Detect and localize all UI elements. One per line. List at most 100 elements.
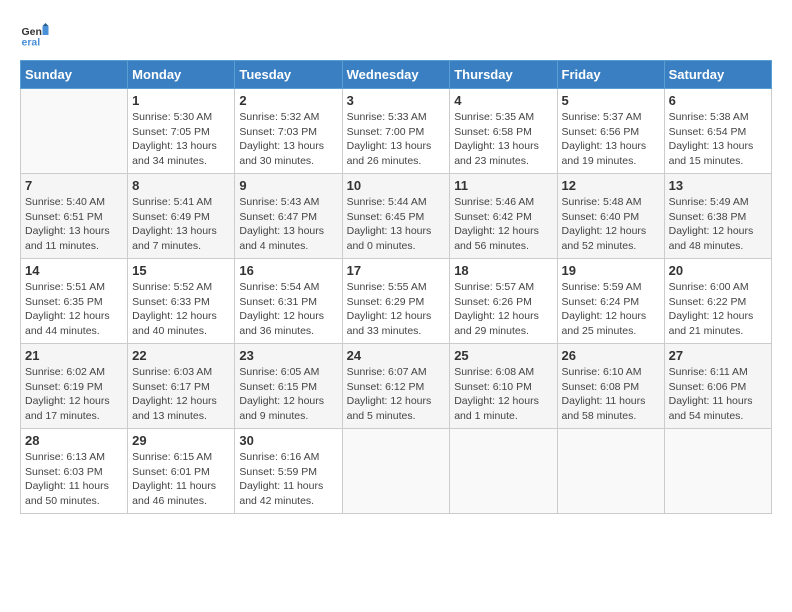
weekday-header-monday: Monday (128, 61, 235, 89)
day-info: Sunrise: 5:30 AM Sunset: 7:05 PM Dayligh… (132, 110, 230, 169)
calendar-cell: 2 Sunrise: 5:32 AM Sunset: 7:03 PM Dayli… (235, 89, 342, 174)
day-info: Sunrise: 5:38 AM Sunset: 6:54 PM Dayligh… (669, 110, 767, 169)
day-number: 26 (562, 348, 660, 363)
calendar-cell (557, 429, 664, 514)
day-info: Sunrise: 5:40 AM Sunset: 6:51 PM Dayligh… (25, 195, 123, 254)
day-info: Sunrise: 5:57 AM Sunset: 6:26 PM Dayligh… (454, 280, 552, 339)
day-info: Sunrise: 5:55 AM Sunset: 6:29 PM Dayligh… (347, 280, 446, 339)
day-number: 8 (132, 178, 230, 193)
day-info: Sunrise: 6:05 AM Sunset: 6:15 PM Dayligh… (239, 365, 337, 424)
calendar-header-row: SundayMondayTuesdayWednesdayThursdayFrid… (21, 61, 772, 89)
day-number: 5 (562, 93, 660, 108)
day-info: Sunrise: 5:46 AM Sunset: 6:42 PM Dayligh… (454, 195, 552, 254)
day-number: 12 (562, 178, 660, 193)
weekday-header-saturday: Saturday (664, 61, 771, 89)
day-number: 15 (132, 263, 230, 278)
day-info: Sunrise: 6:13 AM Sunset: 6:03 PM Dayligh… (25, 450, 123, 509)
day-info: Sunrise: 5:54 AM Sunset: 6:31 PM Dayligh… (239, 280, 337, 339)
day-info: Sunrise: 5:59 AM Sunset: 6:24 PM Dayligh… (562, 280, 660, 339)
day-number: 22 (132, 348, 230, 363)
calendar-cell: 7 Sunrise: 5:40 AM Sunset: 6:51 PM Dayli… (21, 174, 128, 259)
day-number: 13 (669, 178, 767, 193)
calendar-cell: 25 Sunrise: 6:08 AM Sunset: 6:10 PM Dayl… (450, 344, 557, 429)
calendar-cell (664, 429, 771, 514)
day-number: 6 (669, 93, 767, 108)
weekday-header-wednesday: Wednesday (342, 61, 450, 89)
day-info: Sunrise: 6:15 AM Sunset: 6:01 PM Dayligh… (132, 450, 230, 509)
weekday-header-sunday: Sunday (21, 61, 128, 89)
day-info: Sunrise: 5:41 AM Sunset: 6:49 PM Dayligh… (132, 195, 230, 254)
calendar-cell: 3 Sunrise: 5:33 AM Sunset: 7:00 PM Dayli… (342, 89, 450, 174)
calendar-week-row: 7 Sunrise: 5:40 AM Sunset: 6:51 PM Dayli… (21, 174, 772, 259)
day-number: 4 (454, 93, 552, 108)
day-number: 17 (347, 263, 446, 278)
day-number: 28 (25, 433, 123, 448)
day-number: 14 (25, 263, 123, 278)
weekday-header-thursday: Thursday (450, 61, 557, 89)
day-number: 30 (239, 433, 337, 448)
day-info: Sunrise: 6:03 AM Sunset: 6:17 PM Dayligh… (132, 365, 230, 424)
day-number: 21 (25, 348, 123, 363)
day-number: 9 (239, 178, 337, 193)
day-info: Sunrise: 5:43 AM Sunset: 6:47 PM Dayligh… (239, 195, 337, 254)
calendar-cell: 19 Sunrise: 5:59 AM Sunset: 6:24 PM Dayl… (557, 259, 664, 344)
weekday-header-friday: Friday (557, 61, 664, 89)
day-info: Sunrise: 6:02 AM Sunset: 6:19 PM Dayligh… (25, 365, 123, 424)
day-info: Sunrise: 6:00 AM Sunset: 6:22 PM Dayligh… (669, 280, 767, 339)
calendar-cell: 10 Sunrise: 5:44 AM Sunset: 6:45 PM Dayl… (342, 174, 450, 259)
calendar-cell: 8 Sunrise: 5:41 AM Sunset: 6:49 PM Dayli… (128, 174, 235, 259)
day-number: 10 (347, 178, 446, 193)
calendar-cell: 18 Sunrise: 5:57 AM Sunset: 6:26 PM Dayl… (450, 259, 557, 344)
calendar-cell: 26 Sunrise: 6:10 AM Sunset: 6:08 PM Dayl… (557, 344, 664, 429)
calendar-cell: 16 Sunrise: 5:54 AM Sunset: 6:31 PM Dayl… (235, 259, 342, 344)
day-number: 16 (239, 263, 337, 278)
day-number: 19 (562, 263, 660, 278)
day-number: 2 (239, 93, 337, 108)
calendar-cell: 6 Sunrise: 5:38 AM Sunset: 6:54 PM Dayli… (664, 89, 771, 174)
day-number: 23 (239, 348, 337, 363)
calendar-cell: 14 Sunrise: 5:51 AM Sunset: 6:35 PM Dayl… (21, 259, 128, 344)
calendar-cell: 23 Sunrise: 6:05 AM Sunset: 6:15 PM Dayl… (235, 344, 342, 429)
calendar-cell: 30 Sunrise: 6:16 AM Sunset: 5:59 PM Dayl… (235, 429, 342, 514)
day-info: Sunrise: 5:35 AM Sunset: 6:58 PM Dayligh… (454, 110, 552, 169)
day-info: Sunrise: 6:11 AM Sunset: 6:06 PM Dayligh… (669, 365, 767, 424)
day-info: Sunrise: 5:32 AM Sunset: 7:03 PM Dayligh… (239, 110, 337, 169)
day-info: Sunrise: 6:07 AM Sunset: 6:12 PM Dayligh… (347, 365, 446, 424)
logo-icon: Gen eral (20, 20, 50, 50)
logo: Gen eral (20, 20, 54, 50)
day-info: Sunrise: 5:49 AM Sunset: 6:38 PM Dayligh… (669, 195, 767, 254)
calendar-cell: 1 Sunrise: 5:30 AM Sunset: 7:05 PM Dayli… (128, 89, 235, 174)
day-number: 25 (454, 348, 552, 363)
day-number: 27 (669, 348, 767, 363)
calendar-cell: 17 Sunrise: 5:55 AM Sunset: 6:29 PM Dayl… (342, 259, 450, 344)
day-number: 11 (454, 178, 552, 193)
day-info: Sunrise: 5:52 AM Sunset: 6:33 PM Dayligh… (132, 280, 230, 339)
calendar-cell (21, 89, 128, 174)
calendar-cell: 21 Sunrise: 6:02 AM Sunset: 6:19 PM Dayl… (21, 344, 128, 429)
calendar-cell: 5 Sunrise: 5:37 AM Sunset: 6:56 PM Dayli… (557, 89, 664, 174)
calendar-cell (342, 429, 450, 514)
day-info: Sunrise: 5:48 AM Sunset: 6:40 PM Dayligh… (562, 195, 660, 254)
day-info: Sunrise: 5:37 AM Sunset: 6:56 PM Dayligh… (562, 110, 660, 169)
day-number: 29 (132, 433, 230, 448)
calendar-cell: 22 Sunrise: 6:03 AM Sunset: 6:17 PM Dayl… (128, 344, 235, 429)
weekday-header-tuesday: Tuesday (235, 61, 342, 89)
calendar-cell: 15 Sunrise: 5:52 AM Sunset: 6:33 PM Dayl… (128, 259, 235, 344)
calendar-cell: 12 Sunrise: 5:48 AM Sunset: 6:40 PM Dayl… (557, 174, 664, 259)
calendar-cell: 29 Sunrise: 6:15 AM Sunset: 6:01 PM Dayl… (128, 429, 235, 514)
day-info: Sunrise: 6:10 AM Sunset: 6:08 PM Dayligh… (562, 365, 660, 424)
day-number: 7 (25, 178, 123, 193)
calendar-week-row: 14 Sunrise: 5:51 AM Sunset: 6:35 PM Dayl… (21, 259, 772, 344)
day-info: Sunrise: 6:16 AM Sunset: 5:59 PM Dayligh… (239, 450, 337, 509)
calendar-cell (450, 429, 557, 514)
day-info: Sunrise: 5:33 AM Sunset: 7:00 PM Dayligh… (347, 110, 446, 169)
calendar-cell: 20 Sunrise: 6:00 AM Sunset: 6:22 PM Dayl… (664, 259, 771, 344)
calendar-cell: 27 Sunrise: 6:11 AM Sunset: 6:06 PM Dayl… (664, 344, 771, 429)
calendar-cell: 11 Sunrise: 5:46 AM Sunset: 6:42 PM Dayl… (450, 174, 557, 259)
calendar-table: SundayMondayTuesdayWednesdayThursdayFrid… (20, 60, 772, 514)
day-number: 18 (454, 263, 552, 278)
calendar-cell: 28 Sunrise: 6:13 AM Sunset: 6:03 PM Dayl… (21, 429, 128, 514)
svg-text:eral: eral (22, 37, 41, 49)
calendar-cell: 24 Sunrise: 6:07 AM Sunset: 6:12 PM Dayl… (342, 344, 450, 429)
day-info: Sunrise: 5:44 AM Sunset: 6:45 PM Dayligh… (347, 195, 446, 254)
